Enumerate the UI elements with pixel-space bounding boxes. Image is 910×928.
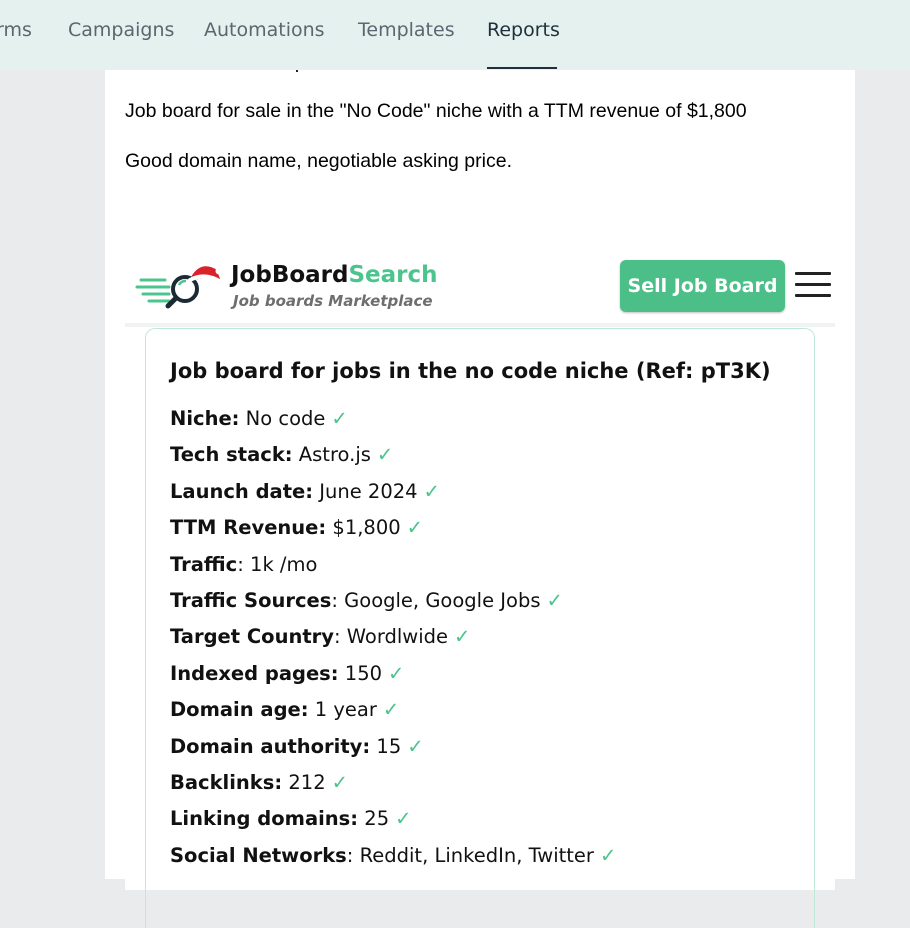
- detail-label: Indexed pages:: [170, 661, 339, 685]
- detail-label: Linking domains:: [170, 807, 359, 831]
- detail-value: Astro.js: [298, 443, 371, 467]
- detail-label: Target Country: [170, 625, 334, 649]
- checkmark-icon: ✓: [331, 770, 348, 794]
- detail-separator: :: [333, 625, 341, 649]
- listing-details: Niche: No code ✓ Tech stack: Astro.js ✓ Laun…: [170, 407, 616, 880]
- listing-detail-row: Niche: No code ✓: [170, 407, 616, 443]
- post-content: Job board for sale in the "No Code" nich…: [105, 70, 855, 928]
- checkmark-icon: ✓: [376, 443, 394, 467]
- hamburger-menu-icon: [795, 272, 831, 298]
- sell-job-board-button: Sell Job Board: [620, 260, 785, 312]
- detail-value: 1 year: [314, 698, 377, 722]
- detail-separator: :: [331, 588, 338, 612]
- detail-value: June 2024: [319, 479, 418, 503]
- brand-name: JobBoardSearch: [231, 262, 438, 288]
- brand-name-main: JobBoard: [231, 262, 349, 288]
- listing-detail-row: Linking domains: 25 ✓: [170, 807, 616, 843]
- top-navigation: rms Campaigns Automations Templates Repo…: [0, 0, 910, 70]
- detail-label: Domain age:: [170, 698, 309, 722]
- listing-title: Job board for jobs in the no code niche …: [170, 359, 771, 383]
- detail-label: Tech stack:: [170, 443, 293, 467]
- brand-tagline: Job boards Marketplace: [233, 292, 433, 310]
- listing-detail-row: Launch date: June 2024 ✓: [170, 480, 616, 516]
- listing-screenshot: JobBoardSearch Job boards Marketplace Se…: [125, 250, 835, 928]
- detail-label: Launch date:: [170, 479, 314, 503]
- listing-detail-row: TTM Revenue: $1,800 ✓: [170, 516, 616, 552]
- detail-value: 212: [288, 770, 326, 794]
- checkmark-icon: ✓: [454, 625, 471, 649]
- listing-detail-row: Indexed pages: 150 ✓: [170, 662, 616, 698]
- checkmark-icon: ✓: [382, 698, 400, 722]
- detail-value: 1k /mo: [250, 552, 318, 576]
- post-line-domain: Good domain name, negotiable asking pric…: [125, 150, 512, 172]
- checkmark-icon: ✓: [395, 807, 412, 831]
- detail-value: $1,800: [332, 516, 401, 540]
- checkmark-icon: ✓: [407, 734, 424, 758]
- listing-detail-row: Target Country: Wordlwide ✓: [170, 625, 616, 661]
- detail-value: Google, Google Jobs: [344, 588, 541, 612]
- listing-card: Job board for jobs in the no code niche …: [145, 328, 815, 928]
- detail-label: Domain authority:: [170, 734, 371, 758]
- listing-detail-row: Social Networks: Reddit, LinkedIn, Twitt…: [170, 844, 616, 880]
- detail-label: Niche:: [170, 407, 240, 430]
- detail-label: Social Networks: [170, 843, 347, 867]
- checkmark-icon: ✓: [546, 588, 563, 612]
- listing-detail-row: Traffic Sources: Google, Google Jobs ✓: [170, 589, 616, 625]
- detail-label: TTM Revenue:: [170, 516, 327, 540]
- tab-reports[interactable]: Reports: [487, 19, 560, 41]
- tab-automations[interactable]: Automations: [204, 19, 325, 41]
- detail-separator: :: [346, 843, 354, 867]
- header-divider: [125, 323, 835, 327]
- tab-forms[interactable]: rms: [0, 19, 32, 41]
- post-line-revenue: Job board for sale in the "No Code" nich…: [125, 100, 747, 122]
- detail-separator: :: [237, 552, 244, 576]
- active-tab-indicator: [487, 67, 557, 69]
- detail-value: 150: [344, 661, 383, 685]
- listing-detail-row: Domain authority: 15 ✓: [170, 735, 616, 771]
- listing-detail-row: Backlinks: 212 ✓: [170, 771, 616, 807]
- tab-campaigns[interactable]: Campaigns: [68, 19, 174, 41]
- detail-value: No code: [245, 407, 326, 430]
- tab-templates[interactable]: Templates: [358, 19, 455, 41]
- listing-detail-row: Domain age: 1 year ✓: [170, 698, 616, 734]
- checkmark-icon: ✓: [599, 843, 617, 867]
- checkmark-icon: ✓: [423, 479, 440, 503]
- listing-detail-row: Traffic: 1k /mo: [170, 553, 616, 589]
- listing-detail-row: Tech stack: Astro.js ✓: [170, 443, 616, 479]
- checkmark-icon: ✓: [331, 407, 348, 430]
- detail-label: Backlinks:: [170, 770, 283, 794]
- detail-value: 15: [376, 734, 402, 758]
- checkmark-icon: ✓: [388, 661, 405, 685]
- detail-label: Traffic Sources: [170, 588, 332, 612]
- detail-value: 25: [364, 807, 390, 831]
- jobboardsearch-logo-icon: [135, 266, 223, 309]
- clipped-text-fragment: [296, 70, 298, 72]
- detail-value: Wordlwide: [346, 625, 449, 649]
- detail-label: Traffic: [170, 552, 238, 576]
- detail-value: Reddit, LinkedIn, Twitter: [359, 843, 594, 867]
- checkmark-icon: ✓: [406, 516, 423, 540]
- brand-name-accent: Search: [348, 262, 438, 288]
